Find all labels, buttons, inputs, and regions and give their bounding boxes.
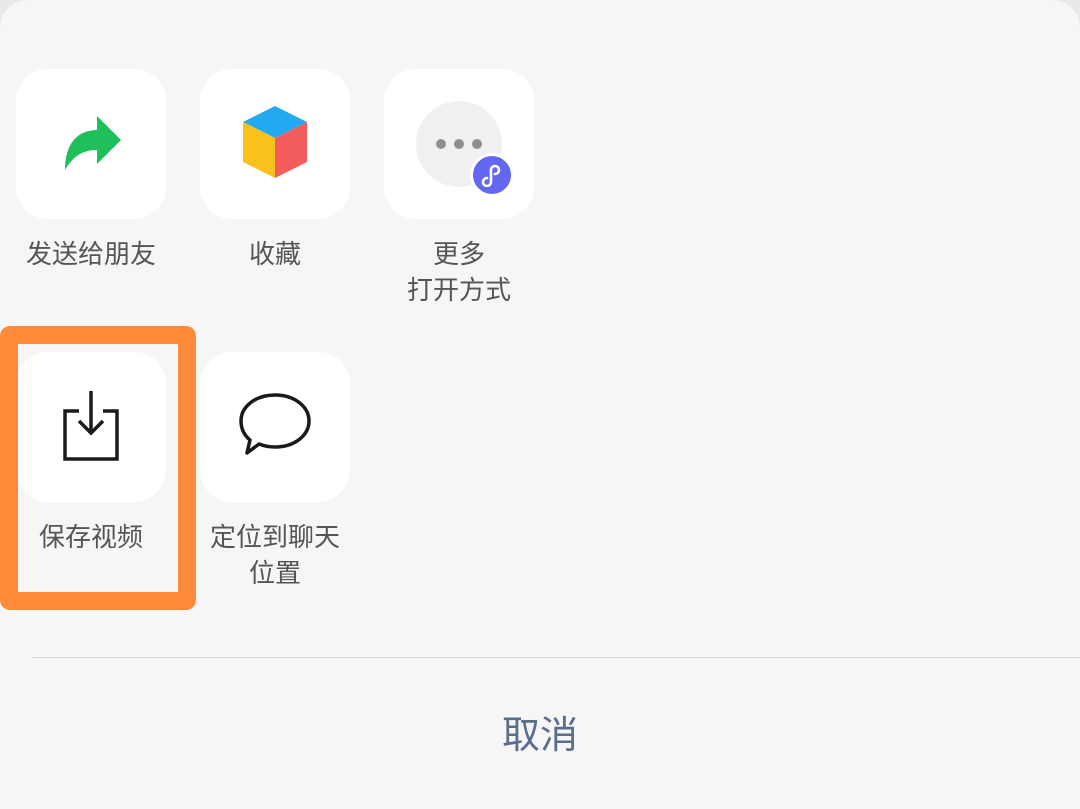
favorites-label: 收藏	[248, 240, 301, 270]
more-open-methods-label: 更多 打开方式	[406, 240, 511, 306]
share-sheet: 发送给朋友 收藏 更多 打开方式 保存视频 定位到聊天 位置 取消	[0, 0, 1080, 809]
save-video-label: 保存视频	[38, 523, 143, 553]
locate-in-chat-button[interactable]	[200, 352, 350, 502]
locate-in-chat-label: 定位到聊天 位置	[209, 523, 340, 589]
divider	[32, 657, 1080, 658]
chat-bubble-icon	[235, 389, 315, 465]
send-to-friend-button[interactable]	[16, 69, 166, 219]
forward-arrow-icon	[55, 106, 127, 182]
save-video-button[interactable]	[16, 352, 166, 502]
more-dots-icon	[416, 101, 514, 197]
more-open-methods-button[interactable]	[384, 69, 534, 219]
cancel-button[interactable]: 取消	[0, 690, 1080, 780]
download-tray-icon	[59, 387, 123, 467]
favorites-button[interactable]	[200, 69, 350, 219]
favorites-cube-icon	[237, 102, 313, 186]
send-to-friend-label: 发送给朋友	[25, 240, 156, 270]
mini-program-icon	[470, 153, 514, 197]
